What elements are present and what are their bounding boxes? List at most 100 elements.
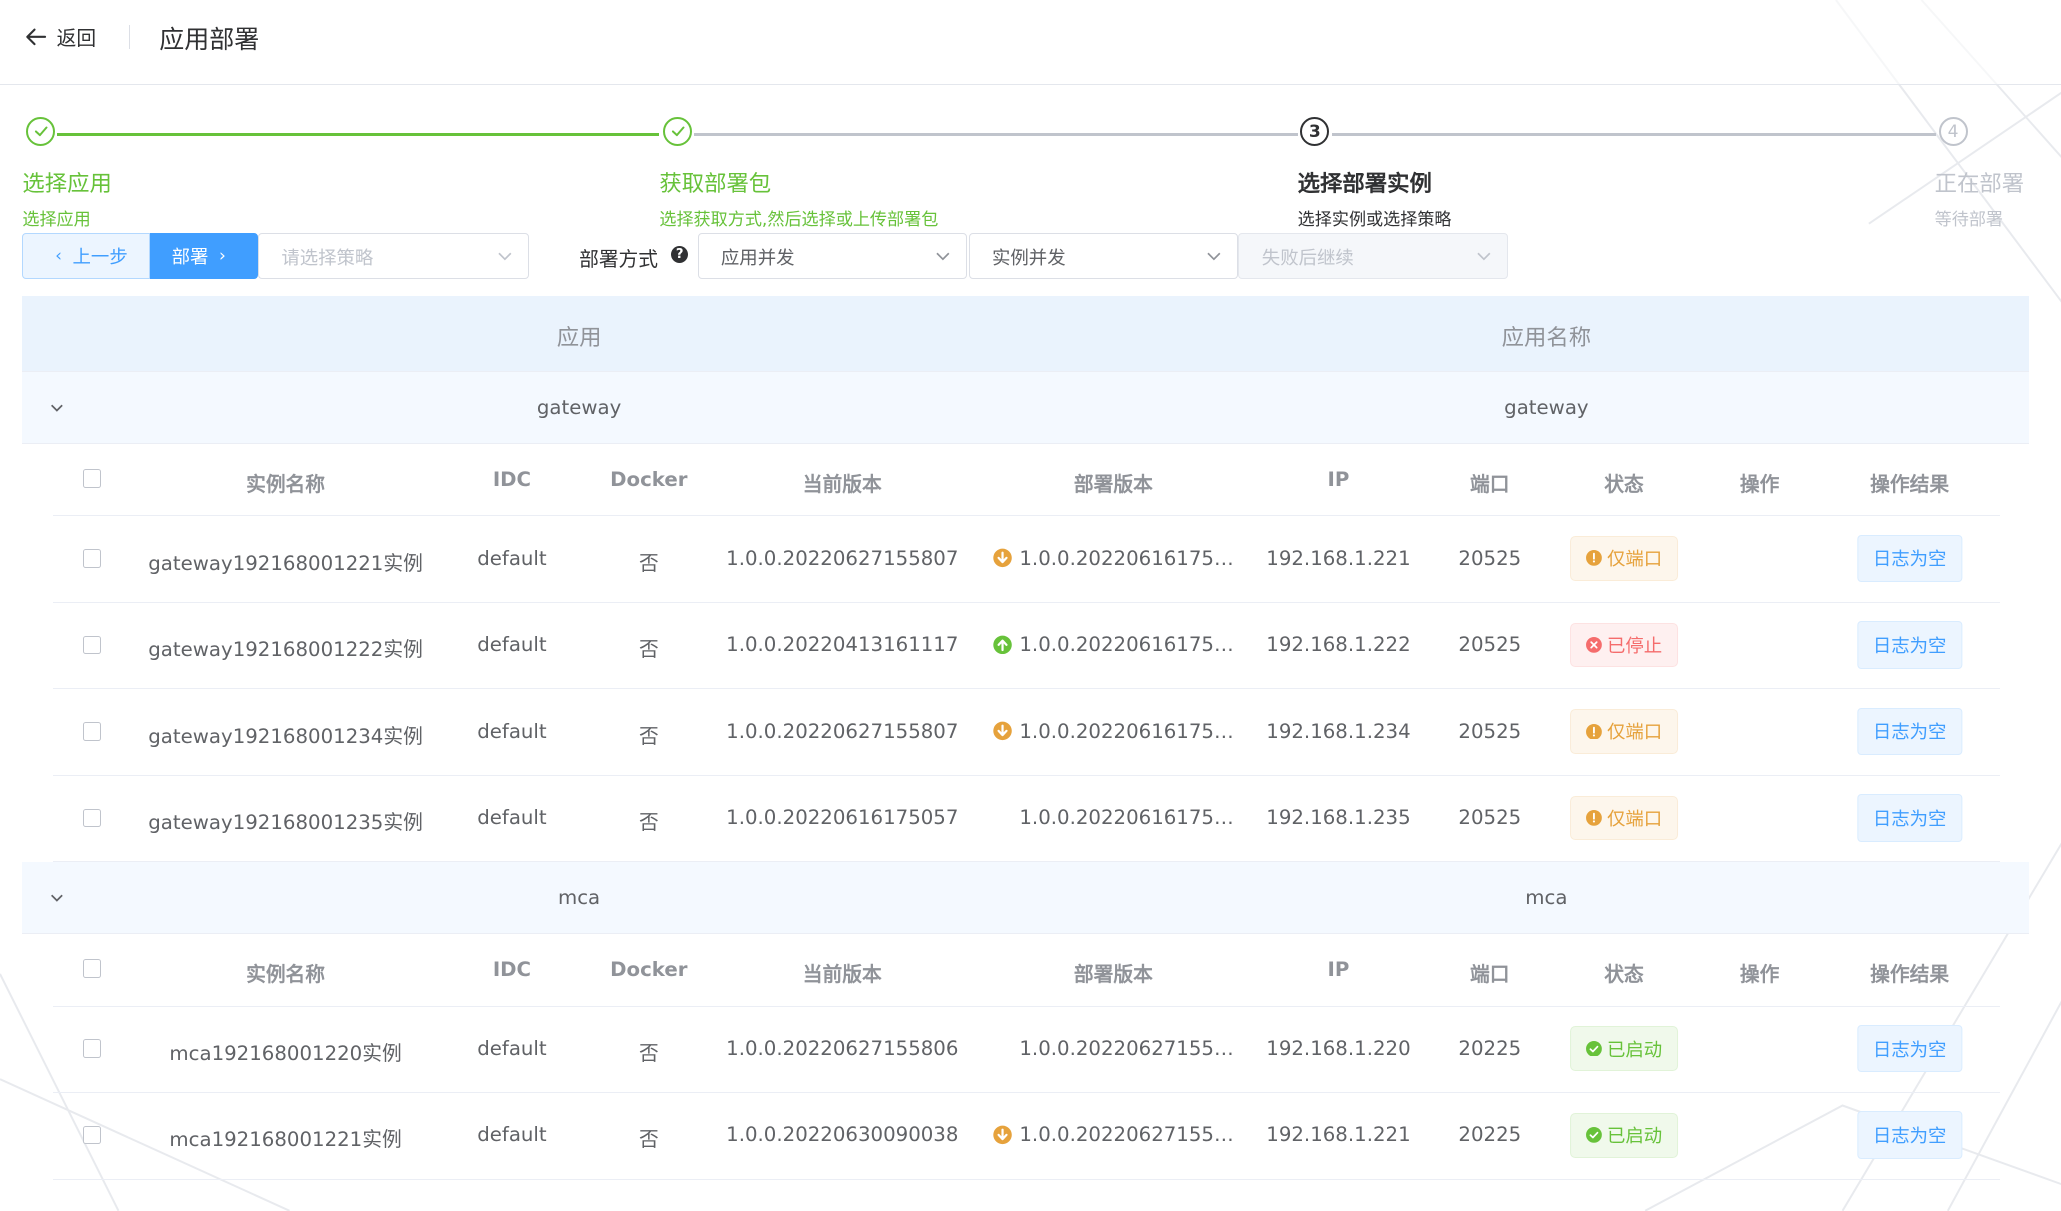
idc-cell: default bbox=[477, 633, 547, 657]
header-result: 操作结果 bbox=[1870, 472, 1950, 496]
row-checkbox[interactable] bbox=[82, 808, 102, 828]
row-checkbox[interactable] bbox=[82, 1039, 102, 1058]
table-row: gateway192168001222实例 default 否 1.0.0.20220… bbox=[52, 603, 2001, 690]
deploy-version-text: 1.0.0.20220627155… bbox=[1019, 1036, 1234, 1060]
port-cell: 20225 bbox=[1458, 1036, 1522, 1060]
app-group-row[interactable]: mca mca bbox=[22, 862, 2030, 935]
docker-cell: 否 bbox=[638, 1128, 659, 1152]
instance-name-cell: mca192168001220实例 bbox=[169, 1041, 402, 1065]
group-app-name: mca bbox=[1525, 886, 1568, 910]
chevron-down-icon[interactable] bbox=[49, 400, 65, 416]
table-row: gateway192168001234实例 default 否 1.0.0.20220… bbox=[52, 689, 2001, 776]
chevron-down-icon bbox=[497, 253, 511, 261]
step-1-desc: 选择应用 bbox=[22, 210, 91, 231]
arrow-left-icon bbox=[25, 28, 46, 46]
port-cell: 20525 bbox=[1458, 719, 1522, 743]
log-button[interactable]: 日志为空 bbox=[1857, 794, 1963, 842]
current-version-cell: 1.0.0.20220627155806 bbox=[726, 1036, 959, 1060]
strategy-select[interactable]: 请选择策略 bbox=[257, 232, 530, 279]
question-icon[interactable]: ? bbox=[671, 246, 689, 264]
instance-name-cell: gateway192168001222实例 bbox=[148, 638, 423, 662]
header-instance-name: 实例名称 bbox=[246, 472, 326, 496]
log-button[interactable]: 日志为空 bbox=[1857, 707, 1963, 756]
port-cell: 20525 bbox=[1458, 633, 1522, 657]
group-app-name: gateway bbox=[1504, 395, 1589, 419]
log-button[interactable]: 日志为空 bbox=[1857, 1111, 1963, 1159]
status-badge: 已启动 bbox=[1570, 1026, 1678, 1071]
check-circle-icon bbox=[1585, 1127, 1602, 1144]
instance-concurrency-select[interactable]: 实例并发 bbox=[968, 232, 1239, 279]
close-circle-icon bbox=[1585, 636, 1602, 653]
status-text: 仅端口 bbox=[1606, 722, 1663, 744]
ip-cell: 192.168.1.221 bbox=[1266, 1123, 1411, 1147]
step-3-number: 3 bbox=[1300, 117, 1330, 147]
header-idc: IDC bbox=[492, 958, 532, 982]
group-app: gateway bbox=[536, 395, 622, 419]
failure-policy-select: 失败后继续 bbox=[1238, 232, 1509, 279]
step-2-desc: 选择获取方式,然后选择或上传部署包 bbox=[659, 210, 939, 231]
chevron-down-icon[interactable] bbox=[49, 890, 65, 906]
deploy-version-text: 1.0.0.20220616175… bbox=[1019, 633, 1234, 657]
row-checkbox[interactable] bbox=[82, 549, 102, 568]
select-all-checkbox[interactable] bbox=[82, 959, 102, 978]
log-button[interactable]: 日志为空 bbox=[1857, 621, 1963, 669]
step-1-check-icon bbox=[26, 117, 56, 147]
status-badge: 已启动 bbox=[1570, 1112, 1678, 1158]
header-operation: 操作 bbox=[1739, 963, 1780, 987]
row-checkbox[interactable] bbox=[82, 722, 102, 741]
log-button[interactable]: 日志为空 bbox=[1857, 534, 1963, 583]
deploy-version-cell: 1.0.0.20220616175… bbox=[993, 720, 1234, 743]
app-group-row[interactable]: gateway gateway bbox=[22, 372, 2030, 445]
version-icon-placeholder bbox=[993, 1038, 1013, 1058]
docker-cell: 否 bbox=[638, 638, 659, 662]
select-all-checkbox[interactable] bbox=[82, 469, 102, 488]
warning-icon bbox=[1585, 550, 1602, 567]
row-checkbox[interactable] bbox=[82, 635, 102, 655]
deploy-mode-label: 部署方式 bbox=[579, 248, 659, 272]
header-app: 应用 bbox=[556, 324, 602, 351]
app-table-header: 应用 应用名称 bbox=[22, 296, 2030, 373]
idc-cell: default bbox=[477, 1123, 547, 1147]
strategy-placeholder: 请选择策略 bbox=[281, 248, 374, 270]
deploy-version-cell: 1.0.0.20220616175… bbox=[993, 633, 1234, 656]
failure-policy-value: 失败后继续 bbox=[1261, 248, 1354, 270]
status-text: 已停止 bbox=[1606, 635, 1663, 657]
table-row: mca192168001221实例 default 否 1.0.0.202206300… bbox=[52, 1093, 2001, 1180]
log-button[interactable]: 日志为空 bbox=[1857, 1024, 1963, 1073]
app-table: 应用 应用名称 gateway gateway 实例名称 IDC Docker 当前版本部… bbox=[22, 296, 2030, 1180]
header-ip: IP bbox=[1327, 958, 1350, 982]
prev-step-label: 上一步 bbox=[72, 246, 128, 268]
deploy-label: 部署 bbox=[171, 246, 209, 268]
header-port: 端口 bbox=[1470, 963, 1510, 987]
instance-table-header: 实例名称 IDC Docker 当前版本 部署版本 IP 端口 状态 操作 操作结果 bbox=[52, 444, 2001, 517]
instance-name-cell: gateway192168001235实例 bbox=[148, 811, 423, 835]
row-checkbox[interactable] bbox=[82, 1125, 102, 1145]
deploy-button[interactable]: 部署 › bbox=[150, 232, 258, 279]
table-row: gateway192168001235实例 default 否 1.0.0.20220… bbox=[52, 776, 2001, 863]
status-text: 仅端口 bbox=[1606, 808, 1663, 830]
instance-name-cell: gateway192168001234实例 bbox=[148, 724, 423, 748]
warning-icon bbox=[1585, 810, 1602, 826]
app-concurrency-select[interactable]: 应用并发 bbox=[697, 232, 968, 279]
table-row: mca192168001220实例 default 否 1.0.0.202206271… bbox=[52, 1007, 2001, 1094]
status-badge: 仅端口 bbox=[1570, 709, 1678, 754]
deploy-version-text: 1.0.0.20220616175… bbox=[1019, 806, 1234, 830]
app-concurrency-value: 应用并发 bbox=[720, 248, 795, 270]
current-version-cell: 1.0.0.20220630090038 bbox=[726, 1123, 959, 1147]
docker-cell: 否 bbox=[638, 724, 659, 748]
deploy-version-cell: 1.0.0.20220616175… bbox=[993, 806, 1234, 830]
idc-cell: default bbox=[477, 719, 547, 743]
step-line-1 bbox=[56, 132, 660, 136]
status-text: 仅端口 bbox=[1606, 549, 1663, 571]
docker-cell: 否 bbox=[638, 1041, 659, 1065]
check-circle-icon bbox=[1585, 1040, 1602, 1057]
arrow-down-circle-icon bbox=[993, 548, 1013, 568]
chevron-right-icon: › bbox=[218, 245, 226, 266]
back-button[interactable]: 返回 bbox=[24, 22, 96, 51]
idc-cell: default bbox=[477, 1036, 547, 1060]
deploy-version-cell: 1.0.0.20220627155… bbox=[993, 1036, 1234, 1060]
prev-step-button[interactable]: ‹ 上一步 bbox=[22, 232, 151, 279]
status-text: 已启动 bbox=[1606, 1039, 1663, 1061]
header-app-name: 应用名称 bbox=[1501, 324, 1592, 351]
port-cell: 20525 bbox=[1458, 546, 1522, 570]
